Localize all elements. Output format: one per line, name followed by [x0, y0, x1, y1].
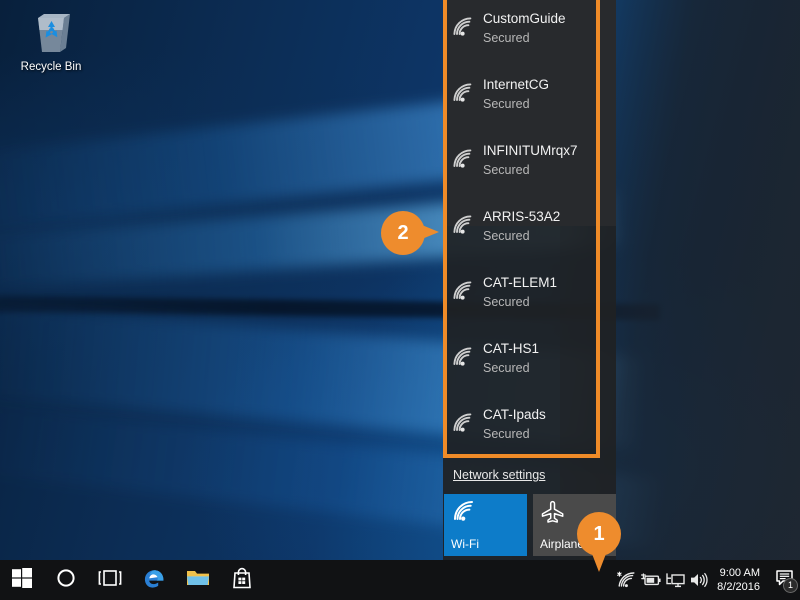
wifi-signal-icon	[451, 280, 477, 302]
wifi-signal-icon	[451, 148, 477, 170]
network-list[interactable]: CustomGuide Secured InternetCG Secured INFIN…	[443, 0, 616, 458]
callout-number: 2	[381, 211, 425, 255]
network-status: Secured	[483, 361, 530, 375]
taskbar: 9:00 AM 8/2/2016 1	[0, 560, 800, 600]
network-status: Secured	[483, 229, 530, 243]
volume-tray-icon[interactable]	[687, 560, 711, 600]
network-status: Secured	[483, 163, 530, 177]
network-list-item[interactable]: CustomGuide Secured	[443, 0, 616, 66]
network-flyout-panel: CustomGuide Secured InternetCG Secured INFIN…	[443, 0, 616, 560]
desktop-screen: Recycle Bin CustomGuide Secured InternetCG…	[0, 0, 800, 600]
battery-tray-icon[interactable]	[639, 560, 663, 600]
network-name: CAT-HS1	[483, 341, 540, 356]
shopping-bag-icon	[231, 567, 253, 594]
network-name: CAT-Ipads	[483, 407, 546, 422]
action-center-button[interactable]: 1	[770, 560, 800, 600]
action-center-badge: 1	[783, 578, 798, 593]
network-status: Secured	[483, 97, 530, 111]
wifi-signal-icon	[451, 214, 477, 236]
desktop-wallpaper	[0, 0, 800, 600]
network-status: Secured	[483, 427, 530, 441]
network-settings-row[interactable]: Network settings	[443, 460, 616, 490]
wifi-tile[interactable]: Wi-Fi	[444, 494, 527, 556]
edge-button[interactable]	[132, 560, 176, 600]
callout-marker-1: 1	[577, 512, 621, 574]
cortana-button[interactable]	[44, 560, 88, 600]
wifi-tile-label: Wi-Fi	[451, 537, 479, 551]
recycle-bin-icon	[27, 10, 75, 56]
airplane-icon	[540, 500, 566, 524]
network-list-item[interactable]: CAT-Ipads Secured	[443, 396, 616, 458]
windows-logo-icon	[12, 567, 32, 593]
wifi-signal-icon	[451, 346, 477, 368]
taskbar-clock[interactable]: 9:00 AM 8/2/2016	[711, 566, 770, 594]
network-tray-icon[interactable]	[663, 560, 687, 600]
network-list-item[interactable]: CAT-HS1 Secured	[443, 330, 616, 396]
wifi-signal-icon	[451, 500, 477, 524]
network-name: CAT-ELEM1	[483, 275, 558, 290]
network-name: INFINITUMrqx7	[483, 143, 578, 158]
circle-icon	[56, 568, 76, 593]
file-explorer-button[interactable]	[176, 560, 220, 600]
network-list-item[interactable]: ARRIS-53A2 Secured	[443, 198, 616, 264]
callout-marker-2: 2	[381, 211, 439, 255]
desktop-icon-recycle-bin[interactable]: Recycle Bin	[8, 10, 94, 74]
folder-icon	[186, 568, 210, 593]
network-name: ARRIS-53A2	[483, 209, 561, 224]
wifi-signal-icon	[451, 82, 477, 104]
task-view-button[interactable]	[88, 560, 132, 600]
wifi-signal-icon	[451, 412, 477, 434]
store-button[interactable]	[220, 560, 264, 600]
network-list-item[interactable]: InternetCG Secured	[443, 66, 616, 132]
clock-time: 9:00 AM	[719, 567, 760, 579]
clock-date: 8/2/2016	[717, 581, 760, 593]
network-name: CustomGuide	[483, 11, 566, 26]
callout-number: 1	[577, 512, 621, 556]
system-tray: 9:00 AM 8/2/2016 1	[615, 560, 800, 600]
network-list-item[interactable]: INFINITUMrqx7 Secured	[443, 132, 616, 198]
network-name: InternetCG	[483, 77, 550, 92]
desktop-icon-label: Recycle Bin	[20, 61, 82, 73]
edge-icon	[142, 566, 166, 595]
network-settings-link[interactable]: Network settings	[453, 468, 545, 482]
network-status: Secured	[483, 31, 530, 45]
network-list-item[interactable]: CAT-ELEM1 Secured	[443, 264, 616, 330]
start-button[interactable]	[0, 560, 44, 600]
wifi-signal-icon	[451, 16, 477, 38]
task-view-icon	[98, 569, 122, 592]
network-status: Secured	[483, 295, 530, 309]
